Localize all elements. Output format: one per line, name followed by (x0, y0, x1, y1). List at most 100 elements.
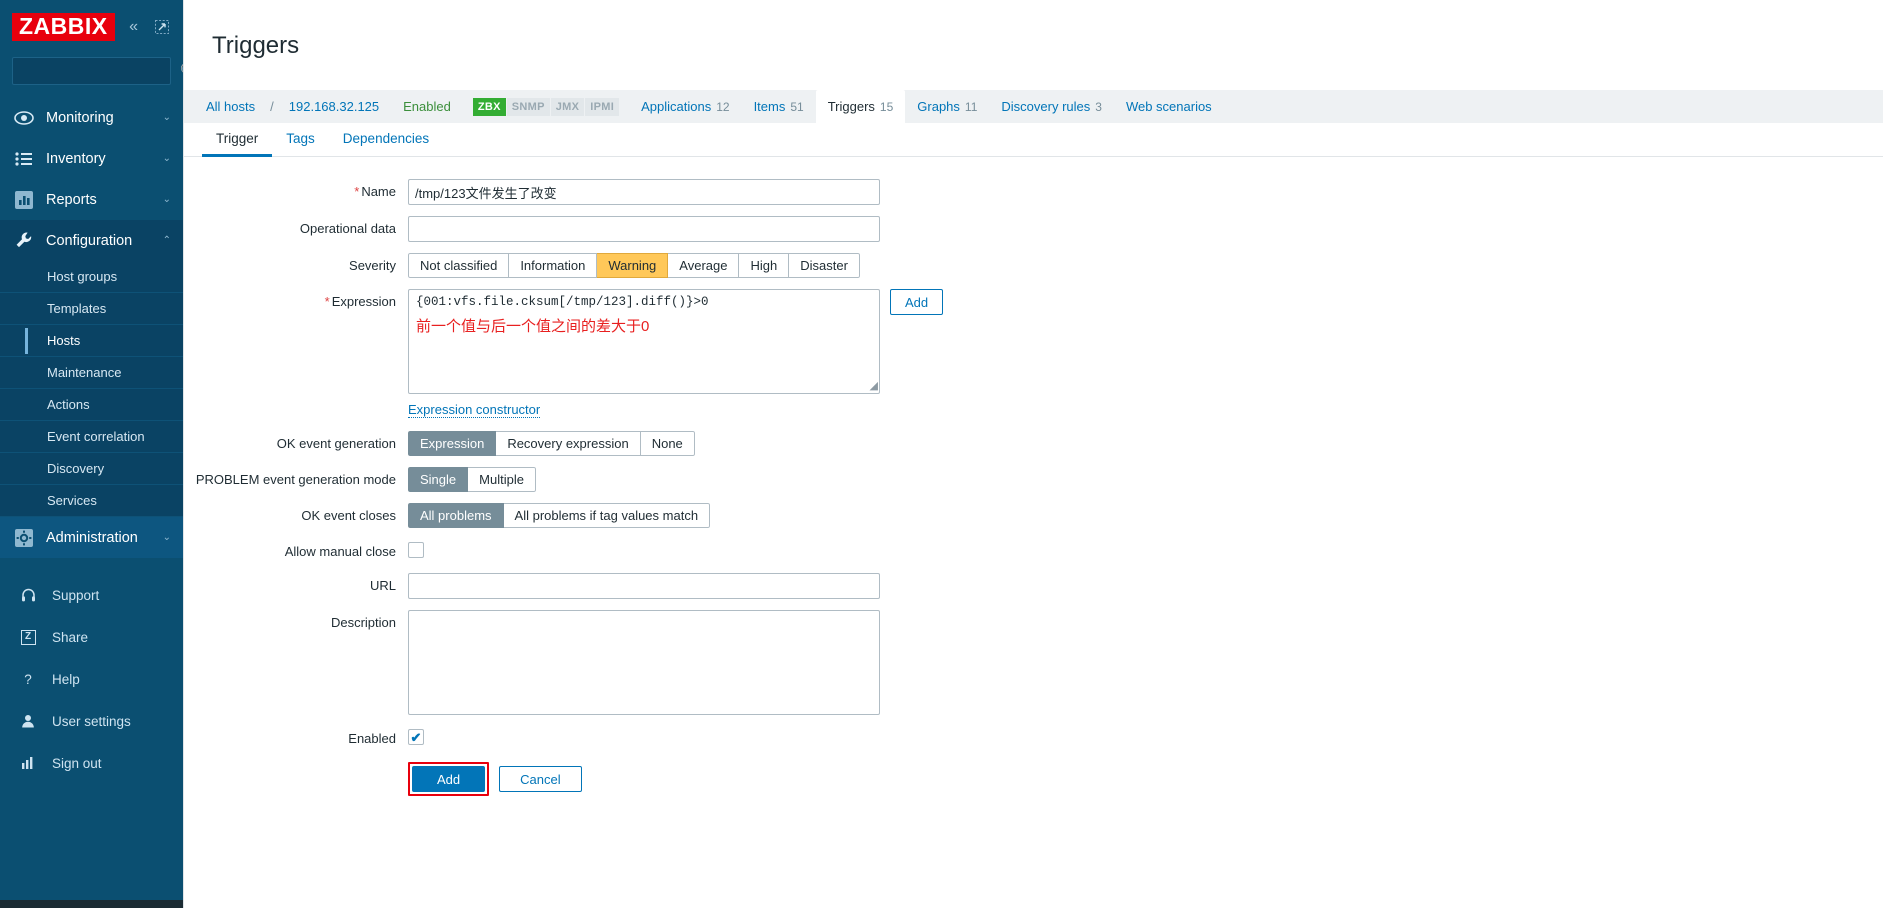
entity-tab-label: Applications (641, 99, 712, 115)
sidebar-item-user-settings[interactable]: User settings (0, 700, 183, 742)
ok-event-closes-option-all-problems[interactable]: All problems (408, 503, 504, 529)
sidebar-label: Monitoring (46, 109, 114, 126)
chevron-down-icon: ⌄ (162, 112, 171, 123)
chevron-double-left-icon[interactable]: « (125, 18, 143, 36)
sidebar-item-hosts[interactable]: Hosts (0, 325, 183, 357)
resize-grip-icon[interactable]: ◢ (866, 380, 878, 392)
expression-constructor-link[interactable]: Expression constructor (408, 402, 541, 419)
allow-manual-close-checkbox[interactable] (408, 542, 424, 559)
protocol-badge-zbx: ZBX (472, 97, 506, 116)
label-operational-data: Operational data (299, 221, 396, 237)
sidebar-item-administration[interactable]: Administration ⌄ (0, 517, 183, 558)
sidebar-item-share[interactable]: Z Share (0, 616, 183, 658)
sidebar-item-support[interactable]: Support (0, 574, 183, 616)
share-z-icon: Z (18, 629, 38, 645)
breadcrumb-host[interactable]: 192.168.32.125 (277, 90, 391, 123)
sidebar-item-templates[interactable]: Templates (0, 293, 183, 325)
field-row-operational-data: Operational data (184, 216, 1883, 243)
severity-option-disaster[interactable]: Disaster (789, 253, 860, 279)
expression-add-button[interactable]: Add (890, 289, 944, 316)
sidebar-util-label: Sign out (52, 755, 102, 771)
tab-trigger[interactable]: Trigger (202, 123, 273, 158)
field-row-enabled: Enabled ✔ (184, 726, 1883, 746)
submit-add-button[interactable]: Add (412, 766, 486, 793)
severity-group: Not classified Information Warning Avera… (408, 253, 860, 279)
sidebar-logo-row: ZABBIX « (12, 10, 171, 44)
field-row-problem-event-generation-mode: PROBLEM event generation mode Single Mul… (184, 467, 1883, 493)
field-row-url: URL (184, 573, 1883, 600)
ok-event-option-recovery-expression[interactable]: Recovery expression (496, 431, 641, 457)
sidebar-item-inventory[interactable]: Inventory ⌄ (0, 138, 183, 179)
entity-tab-discovery-rules[interactable]: Discovery rules 3 (989, 90, 1114, 123)
headset-icon (18, 588, 38, 603)
tab-dependencies[interactable]: Dependencies (329, 123, 443, 157)
sidebar-item-monitoring[interactable]: Monitoring ⌄ (0, 97, 183, 138)
tab-tags[interactable]: Tags (272, 123, 329, 157)
search-input[interactable] (21, 63, 180, 79)
sidebar-search[interactable]: 🔍 (12, 57, 183, 85)
protocol-badges: ZBX SNMP JMX IPMI (463, 90, 629, 123)
operational-data-input[interactable] (408, 216, 880, 243)
expression-annotation: 前一个值与后一个值之间的差大于0 (416, 318, 650, 336)
form-footer: Add Cancel (184, 762, 1883, 797)
severity-option-average[interactable]: Average (668, 253, 740, 279)
sidebar-item-maintenance[interactable]: Maintenance (0, 357, 183, 389)
sidebar-sub-label: Hosts (47, 333, 81, 348)
expression-textarea[interactable]: {001:vfs.file.cksum[/tmp/123].diff()}>0 … (408, 289, 880, 395)
expand-icon[interactable] (153, 18, 171, 36)
label-problem-event-generation-mode: PROBLEM event generation mode (195, 472, 396, 488)
entity-tab-count: 11 (964, 99, 978, 114)
sidebar-label: Reports (46, 191, 97, 208)
sidebar-sub-label: Discovery (47, 461, 105, 476)
sidebar-bottom-strip (0, 900, 183, 908)
sidebar-label: Administration (46, 529, 138, 546)
sidebar-label: Inventory (46, 150, 106, 167)
sidebar-item-host-groups[interactable]: Host groups (0, 261, 183, 293)
gear-icon (14, 528, 34, 548)
ok-event-generation-group: Expression Recovery expression None (408, 431, 695, 457)
sidebar-header: ZABBIX « 🔍 (0, 0, 183, 85)
sidebar-item-sign-out[interactable]: Sign out (0, 742, 183, 784)
sidebar-utility-nav: Support Z Share ? Help User settings Sig… (0, 574, 183, 784)
ok-event-option-expression[interactable]: Expression (408, 431, 497, 457)
field-row-ok-event-closes: OK event closes All problems All problem… (184, 503, 1883, 529)
enabled-checkbox[interactable]: ✔ (408, 729, 424, 746)
label-ok-event-generation: OK event generation (276, 436, 396, 452)
entity-tab-items[interactable]: Items 51 (742, 90, 816, 123)
ok-event-option-none[interactable]: None (640, 431, 695, 457)
question-icon: ? (24, 671, 32, 687)
severity-option-not-classified[interactable]: Not classified (408, 253, 510, 279)
protocol-badge-ipmi: IPMI (585, 97, 620, 116)
sidebar-item-services[interactable]: Services (0, 485, 183, 517)
severity-option-information[interactable]: Information (509, 253, 598, 279)
url-input[interactable] (408, 573, 880, 600)
breadcrumb-all-hosts[interactable]: All hosts (194, 90, 267, 123)
name-input[interactable] (408, 179, 880, 206)
sidebar-item-event-correlation[interactable]: Event correlation (0, 421, 183, 453)
sidebar-item-reports[interactable]: Reports ⌄ (0, 179, 183, 220)
sidebar-submenu-configuration: Host groups Templates Hosts Maintenance … (0, 261, 183, 517)
sidebar-item-discovery[interactable]: Discovery (0, 453, 183, 485)
label-url: URL (369, 578, 396, 594)
breadcrumb: All hosts / 192.168.32.125 Enabled ZBX S… (184, 90, 1883, 124)
user-icon (18, 714, 38, 728)
entity-tab-graphs[interactable]: Graphs 11 (905, 90, 989, 123)
entity-tab-triggers[interactable]: Triggers 15 (815, 90, 906, 124)
ok-event-closes-option-tag-values-match[interactable]: All problems if tag values match (503, 503, 711, 529)
severity-option-high[interactable]: High (739, 253, 790, 279)
sidebar-sub-label: Event correlation (47, 429, 145, 444)
problem-event-mode-group: Single Multiple (408, 467, 536, 493)
entity-tab-web-scenarios[interactable]: Web scenarios (1114, 90, 1224, 123)
wrench-icon (14, 231, 34, 251)
sidebar-item-configuration[interactable]: Configuration ⌃ (0, 220, 183, 261)
description-textarea[interactable] (408, 610, 880, 716)
entity-tab-applications[interactable]: Applications 12 (629, 90, 741, 123)
sidebar-item-help[interactable]: ? Help (0, 658, 183, 700)
breadcrumb-separator: / (270, 99, 274, 115)
required-marker: * (324, 294, 330, 310)
severity-option-warning[interactable]: Warning (597, 253, 669, 279)
problem-event-option-single[interactable]: Single (408, 467, 469, 493)
sidebar-item-actions[interactable]: Actions (0, 389, 183, 421)
cancel-button[interactable]: Cancel (499, 766, 582, 793)
problem-event-option-multiple[interactable]: Multiple (468, 467, 536, 493)
